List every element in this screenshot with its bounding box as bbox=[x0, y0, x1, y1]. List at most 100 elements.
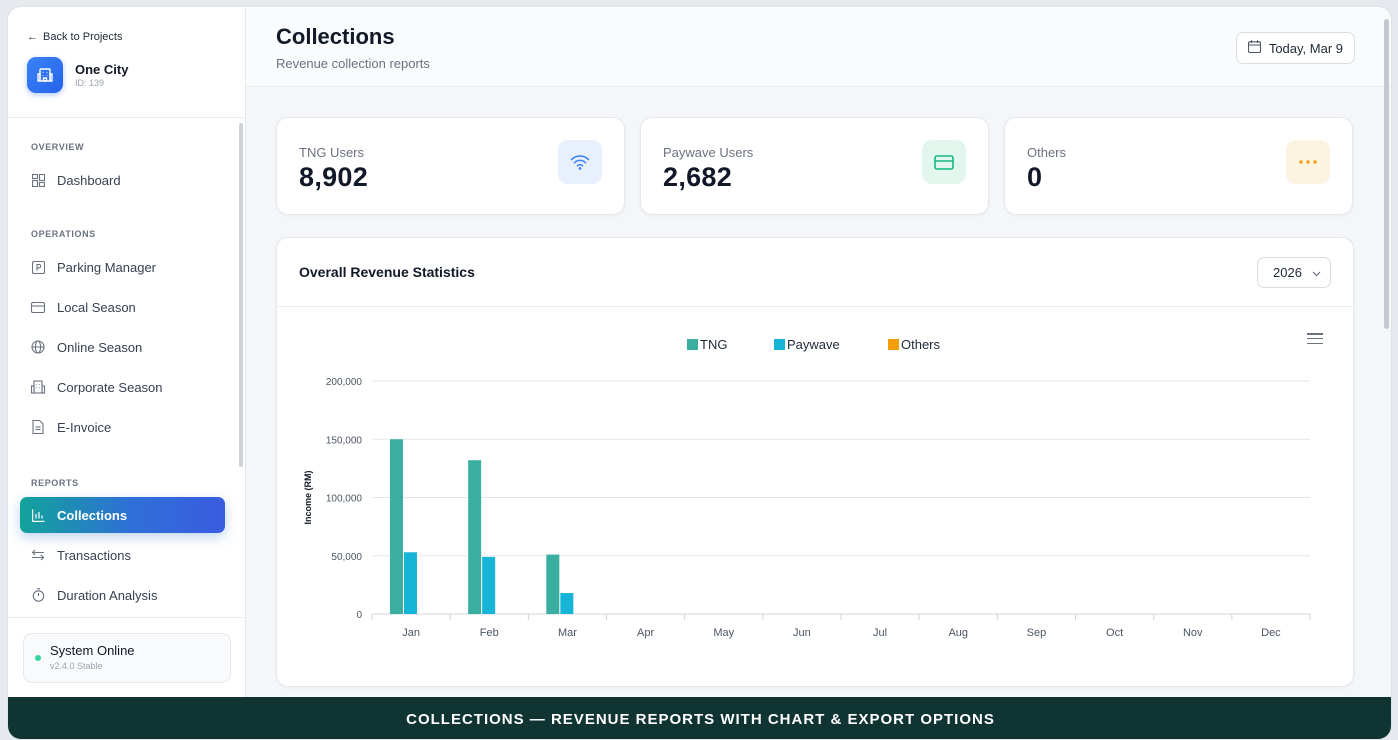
y-tick-label: 50,000 bbox=[331, 552, 362, 563]
stat-card-paywave: Paywave Users 2,682 bbox=[640, 117, 989, 215]
section-label-overview: OVERVIEW bbox=[31, 142, 85, 152]
sidebar-item-e-invoice[interactable]: E-Invoice bbox=[20, 409, 225, 445]
sidebar-item-local-season[interactable]: Local Season bbox=[20, 289, 225, 325]
back-to-projects-link[interactable]: ← Back to Projects bbox=[27, 31, 226, 43]
stat-card-others: Others 0 bbox=[1004, 117, 1353, 215]
chevron-down-icon bbox=[1312, 265, 1321, 280]
wifi-icon bbox=[558, 140, 602, 184]
sidebar-item-corporate-season[interactable]: Corporate Season bbox=[20, 369, 225, 405]
page-scrollbar[interactable] bbox=[1384, 19, 1389, 329]
card-icon bbox=[31, 300, 45, 314]
stat-value: 0 bbox=[1027, 162, 1043, 192]
sidebar-item-label: Online Season bbox=[57, 339, 143, 355]
sidebar-item-label: Duration Analysis bbox=[57, 587, 158, 603]
back-label: Back to Projects bbox=[43, 31, 123, 43]
year-value: 2026 bbox=[1273, 265, 1302, 280]
parking-icon bbox=[31, 260, 45, 274]
grid-icon bbox=[31, 173, 45, 187]
stat-card-tng: TNG Users 8,902 bbox=[276, 117, 625, 215]
date-button[interactable]: Today, Mar 9 bbox=[1235, 32, 1355, 64]
stat-label: Paywave Users bbox=[663, 145, 754, 160]
stat-value: 8,902 bbox=[299, 162, 369, 192]
status-dot-icon bbox=[35, 655, 41, 661]
sidebar-item-collections[interactable]: Collections bbox=[20, 497, 225, 533]
sidebar-scrollbar[interactable] bbox=[239, 123, 243, 467]
legend-swatch bbox=[774, 339, 785, 350]
page-title: Collections bbox=[276, 24, 395, 49]
sidebar-item-online-season[interactable]: Online Season bbox=[20, 329, 225, 365]
sidebar: ← Back to Projects One City ID: 139 OVER… bbox=[8, 7, 246, 697]
page-header: Collections Revenue collection reports T… bbox=[246, 7, 1391, 87]
sidebar-item-label: Dashboard bbox=[57, 172, 121, 188]
bar-tng bbox=[468, 460, 482, 614]
main-content: Collections Revenue collection reports T… bbox=[246, 7, 1391, 697]
sidebar-item-label: Parking Manager bbox=[57, 259, 156, 275]
building-icon bbox=[31, 380, 45, 394]
project-id: ID: 139 bbox=[75, 78, 105, 88]
x-tick-label: May bbox=[713, 627, 734, 639]
stopwatch-icon bbox=[31, 588, 45, 602]
year-select[interactable]: 2026 bbox=[1257, 257, 1331, 288]
chart-header: Overall Revenue Statistics 2026 bbox=[277, 238, 1353, 307]
legend-label: TNG bbox=[700, 337, 727, 352]
stat-label: Others bbox=[1027, 145, 1067, 160]
section-label-operations: OPERATIONS bbox=[31, 229, 96, 239]
legend-label: Others bbox=[901, 337, 941, 352]
sidebar-item-label: E-Invoice bbox=[57, 419, 112, 435]
x-tick-label: Aug bbox=[948, 627, 968, 639]
x-tick-label: Jun bbox=[793, 627, 811, 639]
sidebar-item-label: Collections bbox=[57, 507, 128, 523]
y-tick-label: 200,000 bbox=[326, 377, 363, 388]
sidebar-item-dashboard[interactable]: Dashboard bbox=[20, 162, 225, 198]
date-label: Today, Mar 9 bbox=[1268, 40, 1343, 56]
calendar-icon bbox=[1247, 40, 1261, 56]
sidebar-footer: System Online v2.4.0 Stable bbox=[8, 617, 246, 697]
legend-swatch bbox=[888, 339, 899, 350]
section-label-reports: REPORTS bbox=[31, 478, 79, 488]
sidebar-header: ← Back to Projects One City ID: 139 bbox=[8, 7, 245, 118]
globe-icon bbox=[31, 340, 45, 354]
sidebar-item-label: Corporate Season bbox=[57, 379, 163, 395]
chart-title: Overall Revenue Statistics bbox=[299, 264, 475, 280]
sidebar-item-transactions[interactable]: Transactions bbox=[20, 537, 225, 573]
stat-label: TNG Users bbox=[299, 145, 364, 160]
bar-tng bbox=[390, 439, 403, 614]
x-tick-label: Feb bbox=[480, 627, 499, 639]
x-tick-label: Oct bbox=[1106, 627, 1123, 639]
document-icon bbox=[31, 420, 45, 434]
sidebar-item-duration-analysis[interactable]: Duration Analysis bbox=[20, 577, 225, 613]
x-tick-label: Jan bbox=[402, 627, 420, 639]
sidebar-nav: OVERVIEW Dashboard OPERATIONS Parking Ma… bbox=[8, 119, 246, 617]
project-info: One City ID: 139 bbox=[27, 57, 226, 93]
bar-chart-icon bbox=[31, 508, 45, 522]
stat-value: 2,682 bbox=[663, 162, 733, 192]
dots-icon bbox=[1286, 140, 1330, 184]
sidebar-item-label: Local Season bbox=[57, 299, 136, 315]
y-tick-label: 0 bbox=[356, 610, 362, 621]
building-icon bbox=[27, 57, 63, 93]
project-name: One City bbox=[75, 62, 129, 77]
sidebar-item-label: Transactions bbox=[57, 547, 131, 563]
x-tick-label: Nov bbox=[1183, 627, 1203, 639]
caption-banner: COLLECTIONS — REVENUE REPORTS WITH CHART… bbox=[8, 697, 1391, 739]
x-tick-label: Jul bbox=[873, 627, 887, 639]
arrow-left-icon: ← bbox=[27, 31, 38, 43]
y-axis-label: Income (RM) bbox=[303, 470, 313, 524]
status-version: v2.4.0 Stable bbox=[50, 661, 103, 671]
arrows-icon bbox=[31, 548, 45, 562]
bar-paywave bbox=[404, 552, 417, 614]
legend-label: Paywave bbox=[787, 337, 840, 352]
revenue-bar-chart: TNG Paywave Others 0 50,000 100,000 150,000 200… bbox=[303, 337, 1311, 639]
x-tick-label: Apr bbox=[637, 627, 654, 639]
x-tick-label: Mar bbox=[558, 627, 577, 639]
bar-paywave bbox=[482, 556, 496, 614]
app-window: ← Back to Projects One City ID: 139 OVER… bbox=[7, 6, 1392, 740]
page-subtitle: Revenue collection reports bbox=[276, 56, 430, 71]
sidebar-item-parking-manager[interactable]: Parking Manager bbox=[20, 249, 225, 285]
system-status-card: System Online v2.4.0 Stable bbox=[23, 633, 231, 683]
x-tick-label: Sep bbox=[1027, 627, 1047, 639]
bar-paywave bbox=[560, 593, 574, 614]
x-tick-label: Dec bbox=[1261, 627, 1281, 639]
revenue-chart-card: Overall Revenue Statistics 2026 TNG Paywa… bbox=[276, 237, 1354, 687]
y-tick-label: 100,000 bbox=[326, 494, 363, 505]
